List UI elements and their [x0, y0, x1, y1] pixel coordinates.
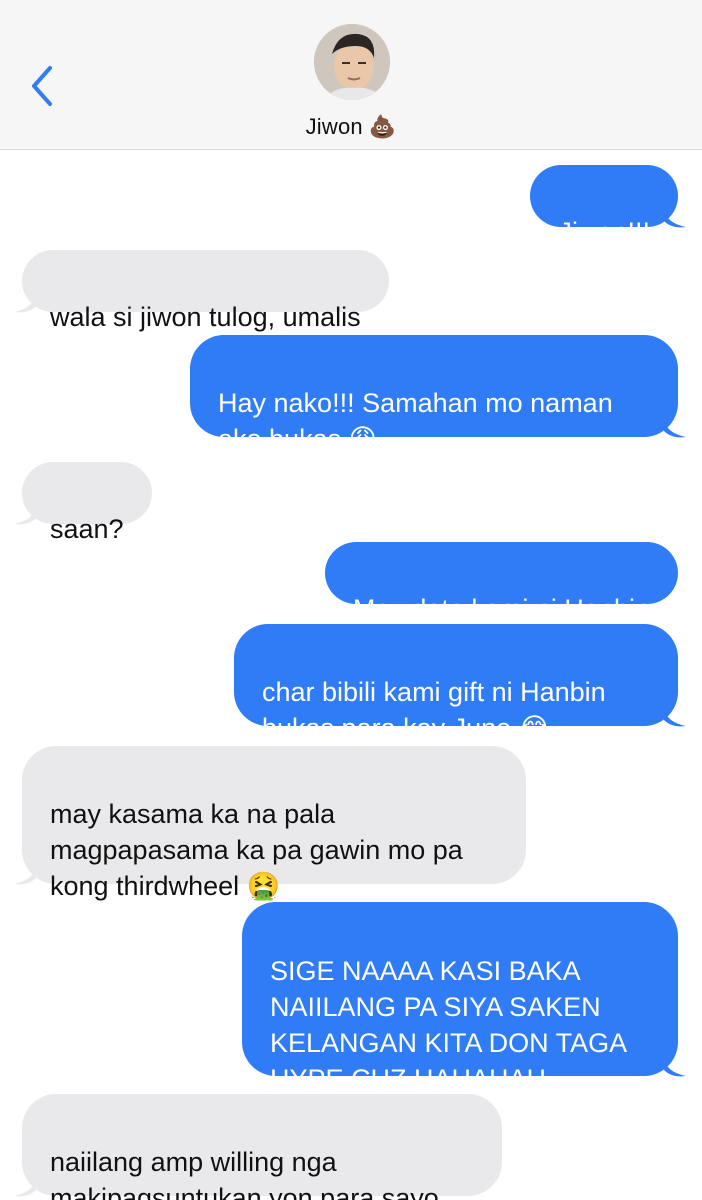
incoming-message-bubble[interactable]: may kasama ka na pala magpapasama ka pa …	[22, 746, 526, 901]
outgoing-message-bubble[interactable]: Jiwon!!!	[530, 165, 678, 247]
avatar-photo	[314, 24, 390, 100]
outgoing-message-bubble[interactable]: May date kami ni Hanbin	[324, 542, 678, 624]
message-row: wala si jiwon tulog, umalis	[0, 250, 702, 332]
message-row: May date kami ni Hanbin	[0, 542, 702, 624]
message-text: saan?	[50, 514, 124, 544]
incoming-message-bubble[interactable]: naiilang amp willing nga makipagsuntukan…	[22, 1094, 502, 1200]
bubble-tail-icon	[664, 1058, 686, 1077]
message-text: may kasama ka na pala magpapasama ka pa …	[50, 799, 463, 901]
message-text: Jiwon!!!	[558, 217, 650, 247]
bubble-tail-icon	[14, 866, 36, 885]
poop-emoji-icon: 💩	[368, 114, 397, 139]
message-text: char bibili kami gift ni Hanbin bukas pa…	[262, 677, 606, 743]
message-row: naiilang amp willing nga makipagsuntukan…	[0, 1094, 702, 1200]
bubble-tail-icon	[14, 1178, 36, 1197]
bubble-tail-icon	[664, 419, 686, 438]
message-thread[interactable]: Jiwon!!! wala si jiwon tulog, umalis Hay…	[0, 150, 702, 1200]
message-row: may kasama ka na pala magpapasama ka pa …	[0, 746, 702, 901]
message-row: saan?	[0, 462, 702, 544]
message-row: char bibili kami gift ni Hanbin bukas pa…	[0, 624, 702, 743]
outgoing-message-bubble[interactable]: Hay nako!!! Samahan mo naman ako bukas 😩	[190, 335, 678, 454]
message-row: Jiwon!!!	[0, 165, 702, 247]
incoming-message-bubble[interactable]: saan?	[22, 462, 152, 544]
message-text: wala si jiwon tulog, umalis	[50, 302, 361, 332]
conversation-header: Jiwon 💩	[0, 0, 702, 150]
message-text: SIGE NAAAA KASI BAKA NAIILANG PA SIYA SA…	[270, 956, 628, 1094]
bubble-tail-icon	[14, 506, 36, 525]
message-row: Hay nako!!! Samahan mo naman ako bukas 😩	[0, 335, 702, 454]
contact-name-text: Jiwon	[305, 114, 363, 139]
outgoing-message-bubble[interactable]: SIGE NAAAA KASI BAKA NAIILANG PA SIYA SA…	[242, 902, 678, 1094]
back-button[interactable]	[24, 56, 64, 112]
bubble-tail-icon	[664, 209, 686, 228]
message-row: SIGE NAAAA KASI BAKA NAIILANG PA SIYA SA…	[0, 902, 702, 1094]
chevron-left-icon	[32, 66, 52, 106]
bubble-tail-icon	[664, 708, 686, 727]
bubble-tail-icon	[14, 294, 36, 313]
avatar[interactable]	[314, 24, 390, 100]
contact-name[interactable]: Jiwon 💩	[0, 114, 702, 140]
outgoing-message-bubble[interactable]: char bibili kami gift ni Hanbin bukas pa…	[234, 624, 678, 743]
message-text: naiilang amp willing nga makipagsuntukan…	[50, 1147, 439, 1200]
message-text: May date kami ni Hanbin	[352, 594, 650, 624]
incoming-message-bubble[interactable]: wala si jiwon tulog, umalis	[22, 250, 389, 332]
message-text: Hay nako!!! Samahan mo naman ako bukas 😩	[218, 388, 613, 454]
